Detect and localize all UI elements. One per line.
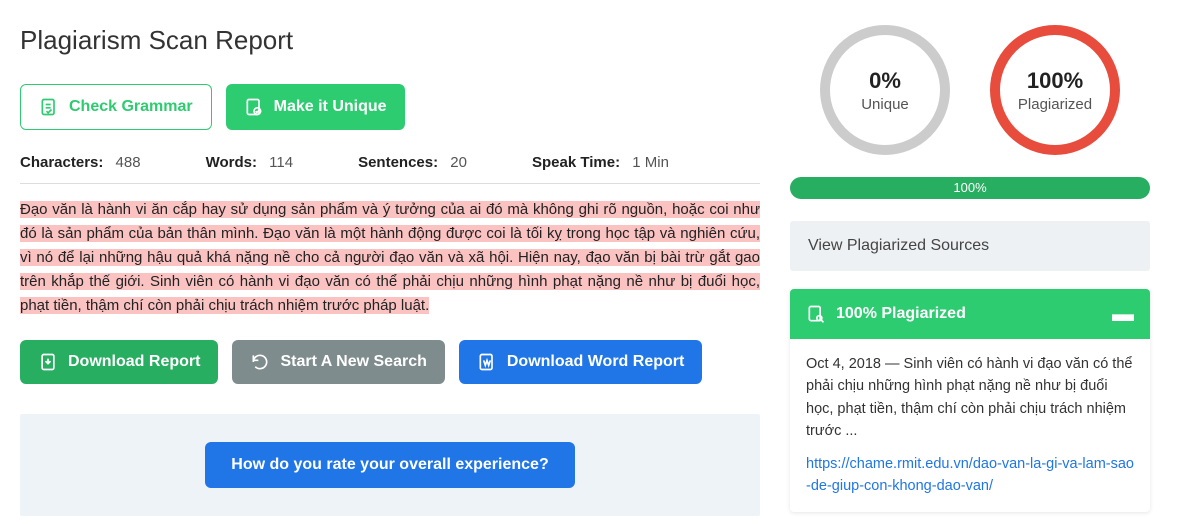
- unique-icon: [244, 97, 264, 117]
- plagiarized-text: Đạo văn là hành vi ăn cắp hay sử dụng sả…: [20, 201, 760, 314]
- divider: [20, 183, 760, 184]
- progress-fill: 100%: [790, 177, 1150, 199]
- new-search-label: Start A New Search: [280, 353, 426, 371]
- speak-value: 1 Min: [632, 154, 669, 171]
- source-link[interactable]: https://chame.rmit.edu.vn/dao-van-la-gi-…: [806, 453, 1134, 498]
- sentences-value: 20: [450, 154, 467, 171]
- stat-characters: Characters: 488: [20, 154, 141, 171]
- source-card-header[interactable]: 100% Plagiarized ▬: [790, 289, 1150, 339]
- action-button-row: Download Report Start A New Search Downl…: [20, 340, 760, 384]
- source-body: Oct 4, 2018 — Sinh viên có hành vi đạo v…: [790, 339, 1150, 512]
- stat-speak-time: Speak Time: 1 Min: [532, 154, 669, 171]
- sentences-label: Sentences:: [358, 154, 438, 171]
- refresh-icon: [250, 352, 270, 372]
- rating-box: How do you rate your overall experience?: [20, 414, 760, 516]
- download-word-label: Download Word Report: [507, 353, 684, 371]
- unique-percent: 0%: [869, 68, 901, 94]
- document-search-icon: [806, 304, 826, 324]
- download-report-button[interactable]: Download Report: [20, 340, 218, 384]
- source-badge: 100% Plagiarized: [836, 305, 966, 323]
- plag-label: Plagiarized: [1018, 96, 1092, 113]
- sources-header[interactable]: View Plagiarized Sources: [790, 221, 1150, 271]
- make-unique-label: Make it Unique: [274, 98, 387, 116]
- page-title: Plagiarism Scan Report: [20, 25, 760, 56]
- rating-button[interactable]: How do you rate your overall experience?: [205, 442, 574, 488]
- download-word-button[interactable]: Download Word Report: [459, 340, 702, 384]
- characters-label: Characters:: [20, 154, 103, 171]
- characters-value: 488: [116, 154, 141, 171]
- stat-sentences: Sentences: 20: [358, 154, 467, 171]
- words-label: Words:: [206, 154, 257, 171]
- source-card: 100% Plagiarized ▬ Oct 4, 2018 — Sinh vi…: [790, 289, 1150, 512]
- word-icon: [477, 352, 497, 372]
- plagiarized-circle: 100% Plagiarized: [990, 25, 1120, 155]
- unique-label: Unique: [861, 96, 909, 113]
- scanned-text-block: Đạo văn là hành vi ăn cắp hay sử dụng sả…: [20, 198, 760, 318]
- check-grammar-button[interactable]: Check Grammar: [20, 84, 212, 130]
- top-button-row: Check Grammar Make it Unique: [20, 84, 760, 130]
- download-report-label: Download Report: [68, 353, 200, 371]
- result-circles: 0% Unique 100% Plagiarized: [790, 25, 1150, 155]
- stats-row: Characters: 488 Words: 114 Sentences: 20…: [20, 154, 760, 171]
- download-icon: [38, 352, 58, 372]
- check-grammar-label: Check Grammar: [69, 98, 193, 116]
- words-value: 114: [269, 154, 293, 171]
- plag-percent: 100%: [1027, 68, 1083, 94]
- make-unique-button[interactable]: Make it Unique: [226, 84, 405, 130]
- progress-bar: 100%: [790, 177, 1150, 199]
- speak-label: Speak Time:: [532, 154, 620, 171]
- source-snippet: Oct 4, 2018 — Sinh viên có hành vi đạo v…: [806, 353, 1134, 443]
- new-search-button[interactable]: Start A New Search: [232, 340, 444, 384]
- stat-words: Words: 114: [206, 154, 293, 171]
- collapse-icon[interactable]: ▬: [1112, 301, 1134, 327]
- unique-circle: 0% Unique: [820, 25, 950, 155]
- grammar-icon: [39, 97, 59, 117]
